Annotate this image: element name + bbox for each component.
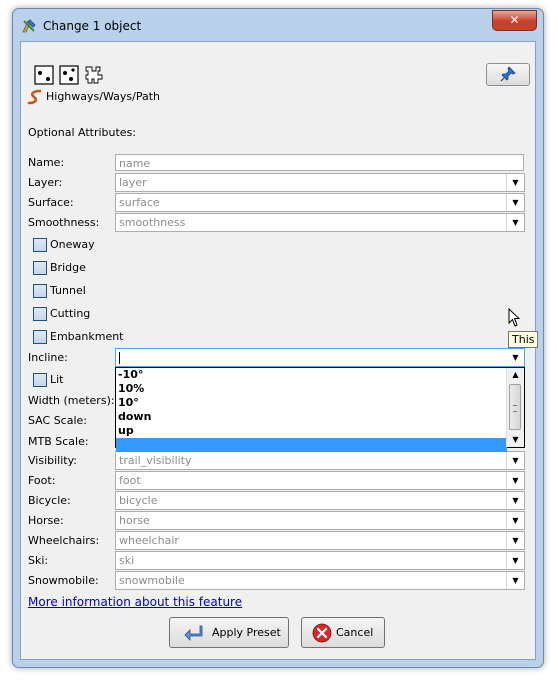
visibility-combo[interactable]: trail_visibility ▼ [115,451,525,470]
josm-icon [22,19,36,33]
snowmobile-combo[interactable]: snowmobile ▼ [115,571,525,590]
layer-combo[interactable]: layer ▼ [115,173,525,192]
visibility-placeholder: trail_visibility [119,454,192,467]
surface-label: Surface: [28,196,74,209]
cancel-icon [312,623,332,643]
chevron-down-icon[interactable]: ▼ [506,552,524,569]
name-placeholder: name [119,157,151,170]
preset-name: Highways/Ways/Path [46,90,160,103]
wheelchairs-placeholder: wheelchair [119,534,179,547]
lit-checkbox[interactable] [33,373,47,387]
mtb-scale-label: MTB Scale: [28,435,89,448]
window-title: Change 1 object [43,19,142,33]
mouse-pointer-icon [508,308,521,327]
ski-label: Ski: [28,554,49,567]
cutting-label: Cutting [50,307,91,320]
scroll-down-icon[interactable]: ▼ [507,433,524,447]
visibility-label: Visibility: [28,454,78,467]
way-select-icon[interactable] [59,65,79,85]
highway-path-icon [27,89,42,105]
surface-combo[interactable]: surface ▼ [115,193,525,212]
ski-combo[interactable]: ski ▼ [115,551,525,570]
chevron-down-icon[interactable]: ▼ [506,194,524,211]
surface-placeholder: surface [119,196,160,209]
node-select-icon[interactable] [34,65,54,85]
pin-icon [500,66,516,82]
tunnel-label: Tunnel [50,284,86,297]
wheelchairs-label: Wheelchairs: [28,534,100,547]
tunnel-checkbox[interactable] [33,284,47,298]
incline-combo[interactable]: ▼ [115,348,525,367]
width-label: Width (meters): [28,394,115,407]
dropdown-option[interactable]: down [118,410,151,424]
bicycle-placeholder: bicycle [119,494,158,507]
title-bar[interactable]: Change 1 object ✕ [13,9,543,41]
dropdown-option[interactable]: -10° [118,368,143,382]
oneway-checkbox[interactable] [33,238,47,252]
bicycle-combo[interactable]: bicycle ▼ [115,491,525,510]
horse-combo[interactable]: horse ▼ [115,511,525,530]
bridge-checkbox[interactable] [33,261,47,275]
chevron-down-icon[interactable]: ▼ [507,349,524,366]
wheelchairs-combo[interactable]: wheelchair ▼ [115,531,525,550]
lit-label: Lit [50,373,64,386]
sac-scale-label: SAC Scale: [28,414,87,427]
dropdown-option[interactable]: up [118,424,134,438]
chevron-down-icon[interactable]: ▼ [506,492,524,509]
chevron-down-icon[interactable]: ▼ [506,214,524,231]
apply-preset-button[interactable]: Apply Preset [169,617,289,648]
bridge-label: Bridge [50,261,86,274]
chevron-down-icon[interactable]: ▼ [506,572,524,589]
ski-placeholder: ski [119,554,135,567]
scroll-thumb[interactable] [509,384,521,430]
dialog-content: Highways/Ways/Path Optional Attributes: … [20,41,536,660]
optional-attributes-label: Optional Attributes: [28,126,137,139]
foot-combo[interactable]: foot ▼ [115,471,525,490]
smoothness-combo[interactable]: smoothness ▼ [115,213,525,232]
incline-label: Incline: [28,351,68,364]
embankment-checkbox[interactable] [33,330,47,344]
dropdown-option-selected[interactable] [116,438,507,452]
text-caret [119,352,120,364]
name-label: Name: [28,156,65,169]
horse-placeholder: horse [119,514,150,527]
cancel-label: Cancel [336,626,374,639]
relation-icon[interactable] [84,65,104,85]
scroll-up-icon[interactable]: ▲ [507,368,524,382]
snowmobile-placeholder: snowmobile [119,574,185,587]
snowmobile-label: Snowmobile: [28,574,99,587]
layer-label: Layer: [28,176,63,189]
layer-placeholder: layer [119,176,147,189]
bicycle-label: Bicycle: [28,494,71,507]
incline-dropdown-list[interactable]: -10° 10% 10° down up ▲ ▼ [115,367,525,452]
cutting-checkbox[interactable] [33,307,47,321]
cancel-button[interactable]: Cancel [301,617,385,648]
chevron-down-icon[interactable]: ▼ [506,532,524,549]
foot-placeholder: foot [119,474,141,487]
chevron-down-icon[interactable]: ▼ [506,174,524,191]
name-field[interactable]: name [115,154,524,171]
close-icon: ✕ [509,13,520,27]
chevron-down-icon[interactable]: ▼ [506,452,524,469]
embankment-label: Embankment [50,330,124,343]
dialog-window: Change 1 object ✕ Highways/Ways/Path Opt… [12,8,544,668]
dropdown-option[interactable]: 10% [118,382,144,396]
dropdown-scrollbar[interactable]: ▲ ▼ [506,368,524,447]
more-info-link[interactable]: More information about this feature [28,595,242,609]
tooltip: This co [508,331,538,348]
chevron-down-icon[interactable]: ▼ [506,472,524,489]
foot-label: Foot: [28,474,56,487]
smoothness-label: Smoothness: [28,216,100,229]
smoothness-placeholder: smoothness [119,216,186,229]
apply-preset-label: Apply Preset [212,626,281,639]
dropdown-option[interactable]: 10° [118,396,139,410]
horse-label: Horse: [28,514,64,527]
apply-arrow-icon [184,625,203,641]
chevron-down-icon[interactable]: ▼ [506,512,524,529]
oneway-label: Oneway [50,238,95,251]
close-button[interactable]: ✕ [492,10,537,31]
pin-button[interactable] [486,63,530,86]
